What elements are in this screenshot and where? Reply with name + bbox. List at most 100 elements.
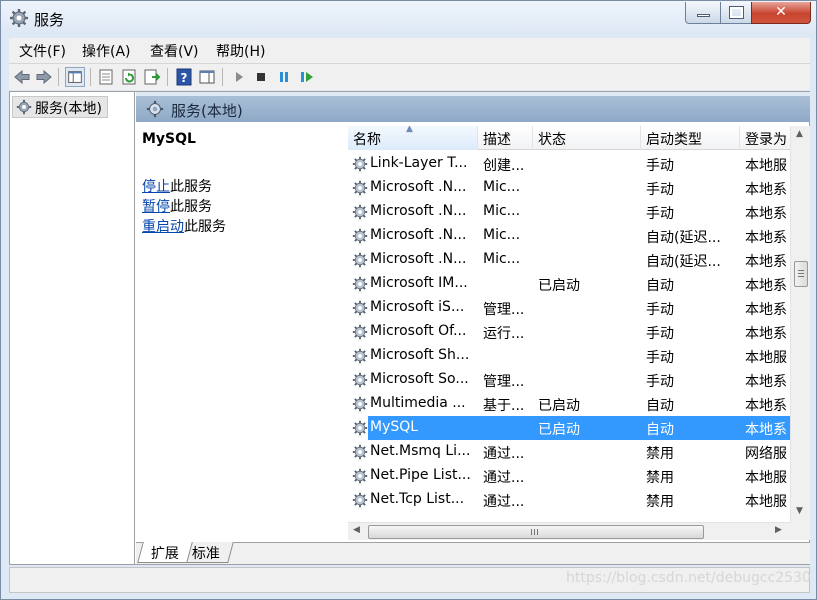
cell-logon-as: 本地系: [745, 254, 787, 270]
table-row[interactable]: Microsoft IM... 已启动 自动 本地系: [348, 272, 790, 296]
toolbar-separator: [90, 68, 91, 86]
title-bar[interactable]: 服务 ✕: [1, 1, 816, 37]
table-row[interactable]: MySQL 已启动 自动 本地系: [348, 416, 790, 440]
table-row[interactable]: Net.Tcp List... 通过... 禁用 本地服: [348, 488, 790, 512]
action-suffix: 此服务: [184, 219, 226, 235]
cell-description: 创建...: [483, 158, 525, 174]
selected-service-name: MySQL: [142, 131, 196, 147]
export-list-icon[interactable]: [142, 67, 162, 87]
column-header-status[interactable]: 状态: [533, 126, 641, 150]
cell-logon-as: 本地服: [745, 494, 787, 510]
table-row[interactable]: Microsoft Of... 运行... 手动 本地系: [348, 320, 790, 344]
menu-view[interactable]: 查看(V): [150, 41, 199, 61]
show-hide-action-pane-icon[interactable]: [197, 67, 217, 87]
service-gear-icon: [352, 156, 368, 172]
table-row[interactable]: Microsoft Sh... 手动 本地服: [348, 344, 790, 368]
service-detail-panel: MySQL 停止此服务 暂停此服务 重启动此服务: [136, 122, 346, 542]
start-service-icon[interactable]: [229, 67, 249, 87]
pause-service-link[interactable]: 暂停: [142, 199, 170, 215]
action-restart: 重启动此服务: [142, 216, 226, 236]
cell-logon-as: 本地系: [745, 398, 787, 414]
services-list: ▲ 名称 描述 状态 启动类型 登录为 Link-Layer T... 创建...…: [348, 126, 810, 540]
stop-service-icon[interactable]: [251, 67, 271, 87]
horizontal-scrollbar[interactable]: ◀ ▶: [348, 522, 790, 540]
pane-header: 服务(本地): [136, 96, 810, 122]
services-window: 服务 ✕ 文件(F) 操作(A) 查看(V) 帮助(H) ? 服务(本地) 服务…: [0, 0, 817, 600]
minimize-button[interactable]: [685, 2, 721, 24]
service-gear-icon: [352, 324, 368, 340]
tab-extended[interactable]: 扩展: [137, 542, 193, 563]
console-tree-icon[interactable]: [65, 67, 85, 87]
close-icon: ✕: [775, 4, 787, 20]
forward-arrow-icon[interactable]: [34, 67, 54, 87]
table-row[interactable]: Net.Pipe List... 通过... 禁用 本地服: [348, 464, 790, 488]
view-tabs: 扩展 标准: [136, 542, 810, 564]
menu-action[interactable]: 操作(A): [82, 41, 131, 61]
service-gear-icon: [352, 228, 368, 244]
pause-service-icon[interactable]: [274, 67, 294, 87]
menu-help[interactable]: 帮助(H): [216, 41, 265, 61]
cell-description: 运行...: [483, 326, 525, 342]
scroll-down-icon[interactable]: ▼: [796, 506, 803, 516]
scroll-right-icon[interactable]: ▶: [775, 525, 782, 535]
action-suffix: 此服务: [170, 179, 212, 195]
cell-logon-as: 本地系: [745, 182, 787, 198]
menu-bar: 文件(F) 操作(A) 查看(V) 帮助(H): [9, 38, 810, 63]
column-header-name[interactable]: ▲ 名称: [348, 126, 478, 150]
table-row[interactable]: Link-Layer T... 创建... 手动 本地服: [348, 152, 790, 176]
help-icon[interactable]: ?: [174, 67, 194, 87]
horizontal-scroll-thumb[interactable]: [368, 525, 704, 539]
vertical-scroll-thumb[interactable]: [794, 261, 808, 287]
toolbar-separator: [222, 68, 223, 86]
service-gear-icon: [352, 348, 368, 364]
table-row[interactable]: Microsoft .N... Mic... 自动(延迟... 本地系: [348, 248, 790, 272]
vertical-scrollbar[interactable]: ▲ ▼: [790, 126, 810, 522]
menu-file[interactable]: 文件(F): [19, 41, 66, 61]
cell-description: Mic...: [483, 227, 521, 243]
cell-name: Net.Tcp List...: [370, 491, 465, 507]
column-header-description[interactable]: 描述: [478, 126, 533, 150]
cell-description: Mic...: [483, 203, 521, 219]
cell-startup-type: 手动: [646, 326, 674, 342]
maximize-button[interactable]: [720, 2, 752, 24]
cell-startup-type: 自动: [646, 422, 674, 438]
table-row[interactable]: Microsoft iS... 管理... 手动 本地系: [348, 296, 790, 320]
table-row[interactable]: Microsoft .N... Mic... 手动 本地系: [348, 176, 790, 200]
stop-service-link[interactable]: 停止: [142, 179, 170, 195]
table-row[interactable]: Microsoft .N... Mic... 自动(延迟... 本地系: [348, 224, 790, 248]
scroll-up-icon[interactable]: ▲: [796, 129, 803, 139]
cell-logon-as: 本地系: [745, 422, 787, 438]
cell-name: Microsoft Of...: [370, 323, 467, 339]
scroll-left-icon[interactable]: ◀: [353, 525, 360, 535]
cell-name: Net.Pipe List...: [370, 467, 471, 483]
service-gear-icon: [352, 396, 368, 412]
cell-logon-as: 本地系: [745, 326, 787, 342]
cell-description: 管理...: [483, 302, 525, 318]
cell-startup-type: 手动: [646, 350, 674, 366]
restart-service-icon[interactable]: [297, 67, 317, 87]
column-header-logon-as[interactable]: 登录为: [740, 126, 790, 150]
properties-icon[interactable]: [96, 67, 116, 87]
restart-service-link[interactable]: 重启动: [142, 219, 184, 235]
close-button[interactable]: ✕: [751, 2, 811, 24]
refresh-icon[interactable]: [119, 67, 139, 87]
cell-logon-as: 本地系: [745, 302, 787, 318]
tree-item-services-local[interactable]: 服务(本地): [12, 96, 108, 118]
table-row[interactable]: Microsoft So... 管理... 手动 本地系: [348, 368, 790, 392]
table-row[interactable]: Microsoft .N... Mic... 手动 本地系: [348, 200, 790, 224]
table-row[interactable]: Net.Msmq Li... 通过... 禁用 网络服: [348, 440, 790, 464]
cell-logon-as: 本地系: [745, 206, 787, 222]
table-row[interactable]: Multimedia ... 基于... 已启动 自动 本地系: [348, 392, 790, 416]
services-gear-icon: [10, 9, 28, 27]
cell-name: Microsoft .N...: [370, 227, 467, 243]
cell-name: Microsoft IM...: [370, 275, 468, 291]
service-gear-icon: [352, 300, 368, 316]
cell-logon-as: 本地系: [745, 374, 787, 390]
service-gear-icon: [352, 372, 368, 388]
service-gear-icon: [352, 252, 368, 268]
cell-startup-type: 手动: [646, 374, 674, 390]
cell-name: Net.Msmq Li...: [370, 443, 471, 459]
back-arrow-icon[interactable]: [12, 67, 32, 87]
cell-startup-type: 手动: [646, 302, 674, 318]
column-header-startup-type[interactable]: 启动类型: [641, 126, 740, 150]
